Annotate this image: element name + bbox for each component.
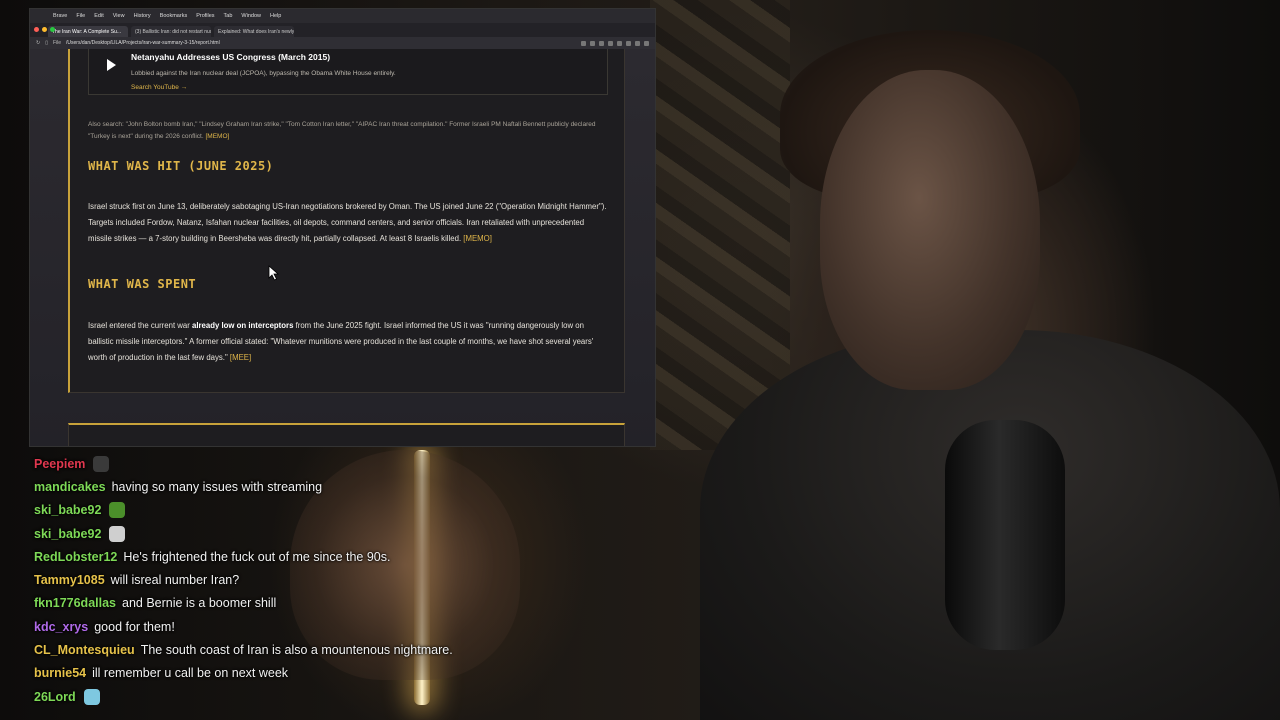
bookmark-icon[interactable]: ▯ (45, 40, 48, 46)
extension-icon[interactable] (617, 40, 622, 46)
next-report-card (68, 423, 625, 446)
mee-link[interactable]: [MEE] (230, 353, 251, 362)
chat-username[interactable]: fkn1776dallas (34, 596, 116, 610)
browser-window: Brave File Edit View History Bookmarks P… (29, 8, 656, 447)
video-title: Netanyahu Addresses US Congress (March 2… (131, 52, 331, 62)
extensions-toolbar (581, 40, 655, 46)
close-window-button[interactable] (34, 27, 39, 32)
chat-username[interactable]: mandicakes (34, 480, 106, 494)
chat-username[interactable]: ski_babe92 (34, 503, 101, 517)
chat-text: and Bernie is a boomer shill (122, 596, 277, 611)
also-search-text: Also search: "John Bolton bomb Iran," "L… (88, 121, 596, 140)
chat-overlay: Peepiem mandicakes having so many issues w… (34, 452, 654, 708)
window-controls (34, 27, 55, 32)
chat-message: fkn1776dallas and Bernie is a boomer shil… (34, 592, 654, 615)
menu-item[interactable]: View (113, 13, 125, 19)
chat-emote-icon (83, 688, 100, 705)
chat-text: having so many issues with streaming (111, 479, 323, 494)
memo-link[interactable]: [MEMO] (463, 234, 492, 243)
spent-paragraph: Israel entered the current war already l… (88, 318, 608, 366)
extension-icon[interactable] (644, 40, 649, 46)
file-scheme-label: File (52, 40, 62, 46)
spent-text-bold: already low on interceptors (192, 321, 294, 330)
chat-emote-icon (109, 525, 126, 542)
menu-bar: Brave File Edit View History Bookmarks P… (30, 9, 655, 23)
chat-username[interactable]: 26Lord (34, 690, 76, 704)
menu-item[interactable]: Help (270, 13, 281, 19)
menu-item[interactable]: File (76, 13, 85, 19)
menu-item[interactable]: Bookmarks (160, 13, 188, 19)
chat-username[interactable]: Peepiem (34, 457, 85, 471)
chat-message: kdc_xrys good for them! (34, 615, 654, 638)
chat-username[interactable]: RedLobster12 (34, 550, 117, 564)
url-field[interactable]: /Users/dan/Desktop/LILA/Projects/iran-wa… (66, 40, 220, 46)
chat-message: Peepiem (34, 452, 654, 475)
hit-paragraph: Israel struck first on June 13, delibera… (88, 199, 608, 247)
report-card: Netanyahu Addresses US Congress (March 2… (68, 49, 625, 393)
tab-report[interactable]: The Iran War: A Complete Su... (48, 26, 128, 37)
chat-message: mandicakes having so many issues with str… (34, 475, 654, 498)
chat-text: He's frightened the fuck out of me since… (123, 549, 391, 564)
chat-text: good for them! (94, 619, 175, 634)
chat-username[interactable]: Tammy1085 (34, 573, 105, 587)
menu-item[interactable]: History (134, 13, 151, 19)
chat-message: CL_Montesquieu The south coast of Iran is… (34, 638, 654, 661)
address-bar: ↻ ▯ File /Users/dan/Desktop/LILA/Project… (30, 37, 655, 49)
streamer-hair (780, 30, 1080, 200)
section-heading-hit: WHAT WAS HIT (JUNE 2025) (88, 159, 274, 173)
reload-icon[interactable]: ↻ (36, 40, 40, 46)
chat-message: RedLobster12 He's frightened the fuck out… (34, 545, 654, 568)
mouse-cursor-icon (268, 265, 280, 281)
chat-username[interactable]: ski_babe92 (34, 527, 101, 541)
menu-item[interactable]: Tab (224, 13, 233, 19)
chat-emote-icon (93, 455, 110, 472)
extension-icon[interactable] (581, 40, 586, 46)
minimize-window-button[interactable] (42, 27, 47, 32)
tab-iran-restart[interactable]: (3) Ballistic Iran: did not restart nucl… (131, 26, 211, 37)
extension-icon[interactable] (626, 40, 631, 46)
memo-link[interactable]: [MEMO] (205, 133, 229, 140)
video-reference[interactable]: Netanyahu Addresses US Congress (March 2… (88, 49, 608, 95)
menu-item[interactable]: Window (241, 13, 261, 19)
streamer-head (820, 70, 1040, 390)
chat-message: burnie54 ill remember u call be on next w… (34, 662, 654, 685)
hit-text: Israel struck first on June 13, delibera… (88, 202, 607, 243)
chat-message: 26Lord (34, 685, 654, 708)
chat-text: ill remember u call be on next week (92, 666, 289, 681)
spent-text-before: Israel entered the current war (88, 321, 193, 330)
extension-icon[interactable] (635, 40, 640, 46)
stream-scene: Brave File Edit View History Bookmarks P… (0, 0, 1280, 720)
chat-username[interactable]: kdc_xrys (34, 620, 88, 634)
video-description: Lobbied against the Iran nuclear deal (J… (131, 70, 396, 77)
extension-icon[interactable] (608, 40, 613, 46)
chat-text: will isreal number Iran? (110, 573, 240, 588)
chat-message: ski_babe92 (34, 499, 654, 522)
wall-painting (650, 0, 790, 450)
zoom-window-button[interactable] (50, 27, 55, 32)
chat-message: Tammy1085 will isreal number Iran? (34, 568, 654, 591)
chat-username[interactable]: burnie54 (34, 666, 86, 680)
extension-icon[interactable] (599, 40, 604, 46)
search-youtube-link[interactable]: Search YouTube → (131, 84, 187, 91)
tab-explained[interactable]: Explained: What does Iran's newly... (214, 26, 294, 37)
chat-emote-icon (109, 502, 126, 519)
chat-message: ski_babe92 (34, 522, 654, 545)
chat-text: The south coast of Iran is also a mounte… (140, 643, 453, 658)
menu-item[interactable]: Brave (53, 13, 67, 19)
chat-username[interactable]: CL_Montesquieu (34, 643, 135, 657)
page-viewport[interactable]: Netanyahu Addresses US Congress (March 2… (30, 49, 655, 446)
play-icon[interactable] (107, 59, 116, 71)
microphone (945, 420, 1065, 650)
extension-icon[interactable] (590, 40, 595, 46)
streamer-body (700, 330, 1280, 720)
section-heading-spent: WHAT WAS SPENT (88, 277, 197, 291)
menu-item[interactable]: Edit (94, 13, 103, 19)
menu-item[interactable]: Profiles (196, 13, 214, 19)
also-search-note: Also search: "John Bolton bomb Iran," "L… (88, 119, 608, 143)
tab-bar: The Iran War: A Complete Su... (3) Balli… (30, 23, 655, 37)
